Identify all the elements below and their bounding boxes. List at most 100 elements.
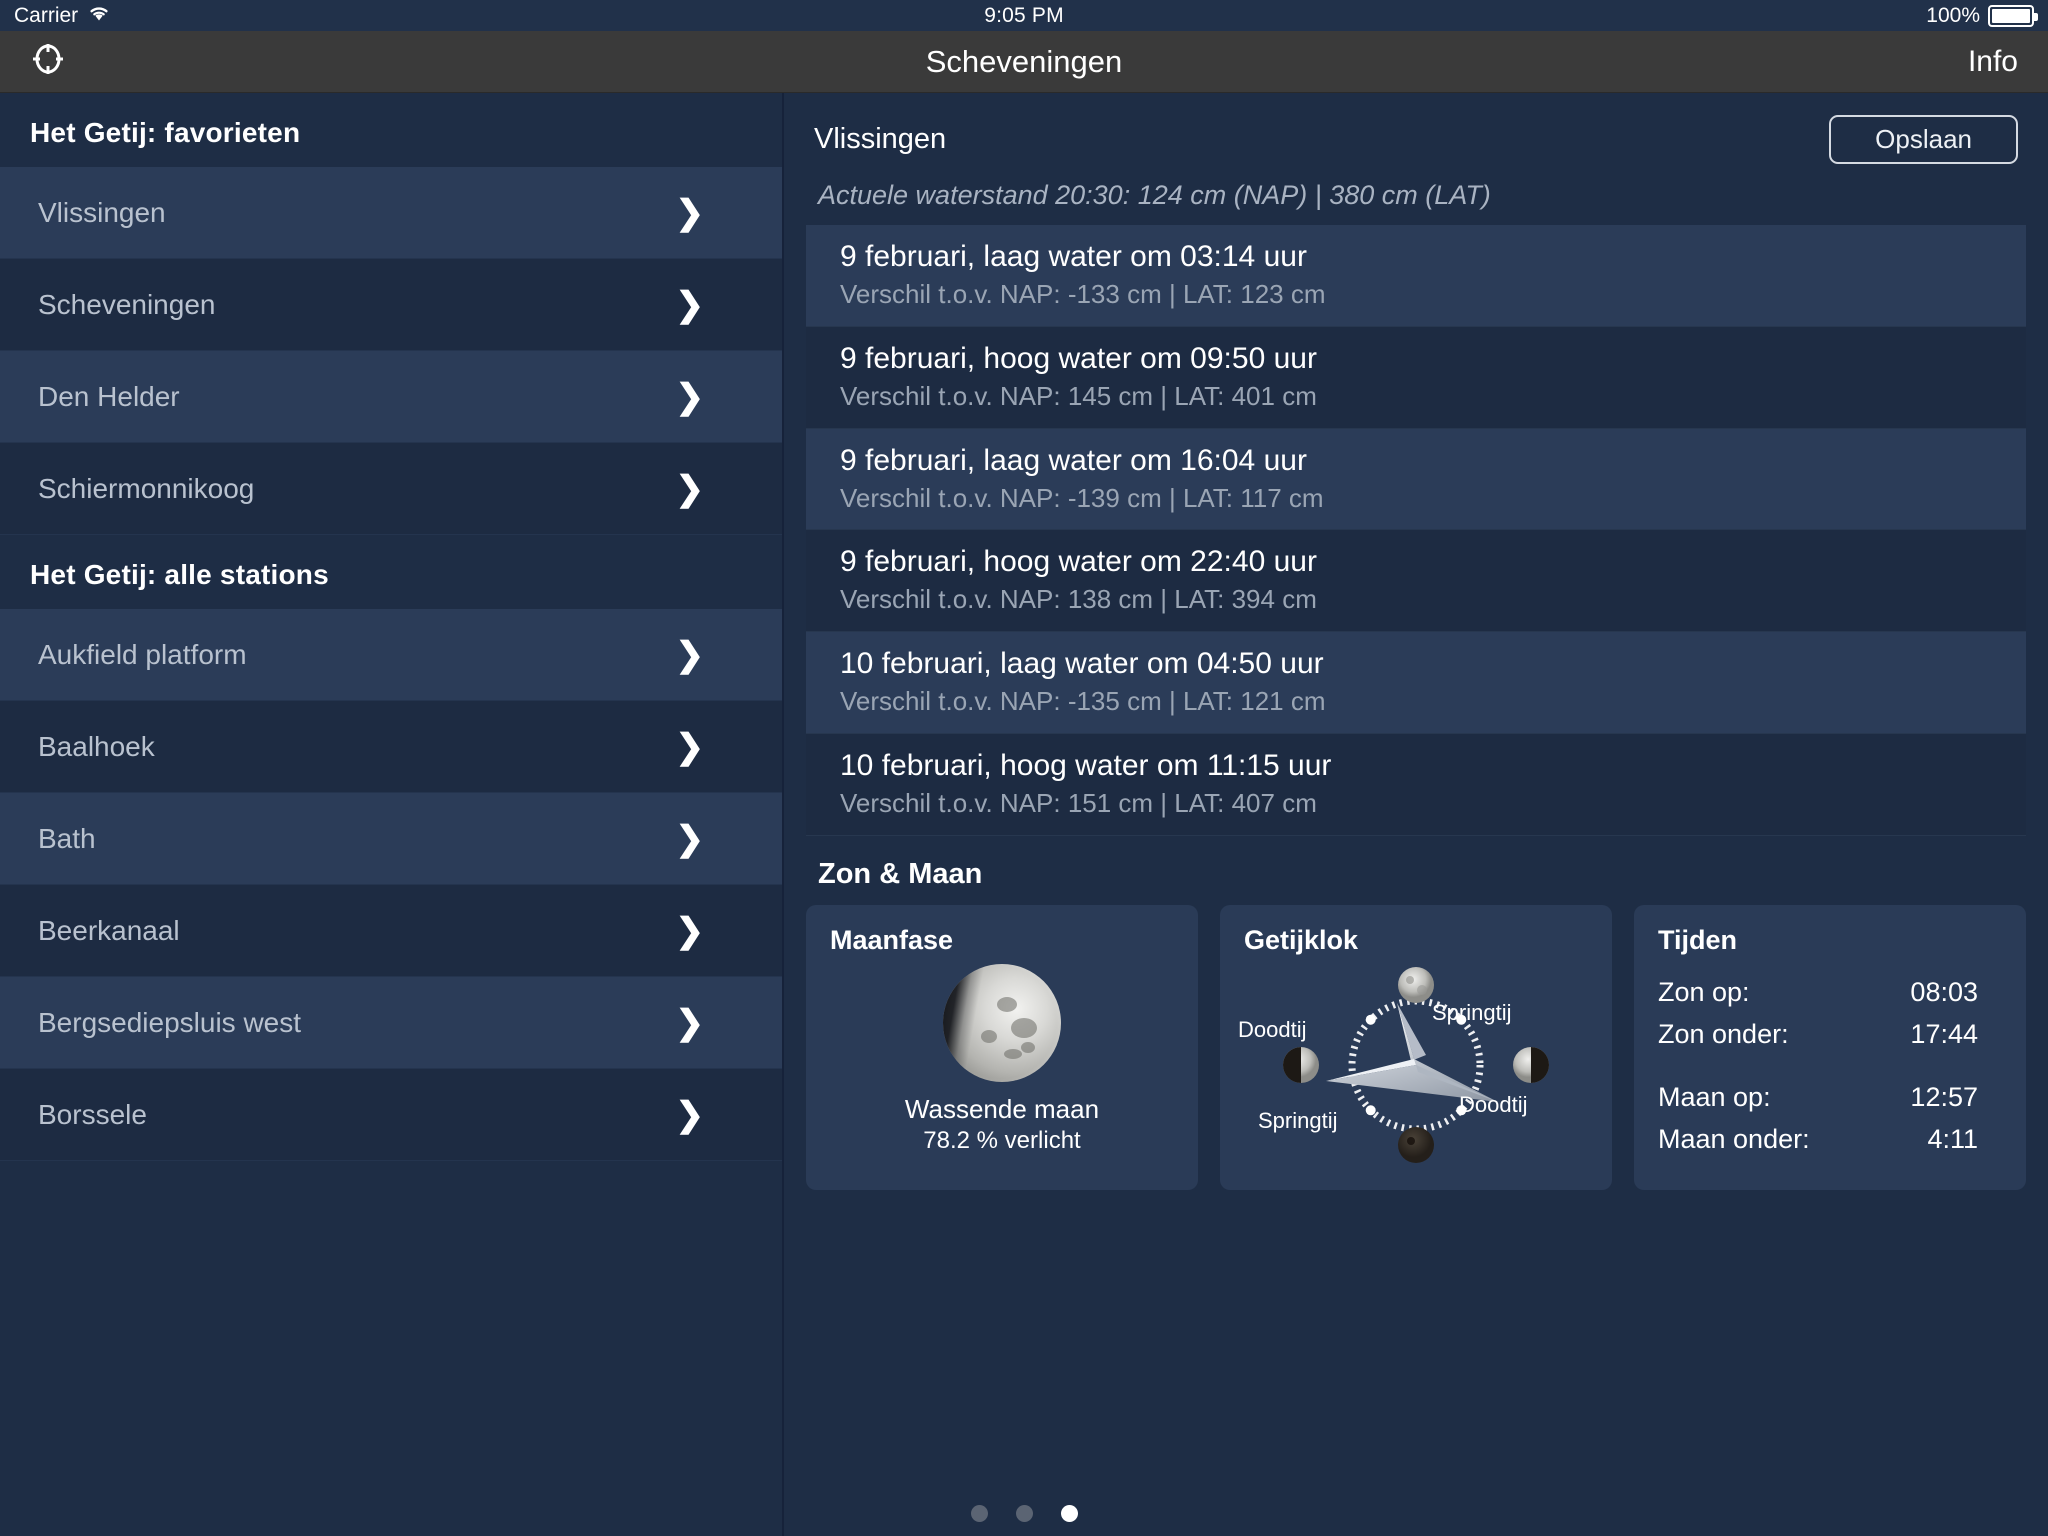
station-name: Borssele: [38, 1098, 147, 1130]
tide-row[interactable]: 9 februari, laag water om 16:04 uur Vers…: [806, 428, 2026, 531]
chevron-right-icon: ❯: [675, 469, 705, 508]
times-card-title: Tijden: [1658, 924, 1738, 955]
chevron-right-icon: ❯: [675, 635, 705, 674]
page-dot-1[interactable]: [970, 1505, 988, 1522]
sunset-value: 17:44: [1910, 1018, 1978, 1049]
tide-clock-card: Getijklok Springtij Doodtij Doodtij Spri…: [1220, 904, 1612, 1190]
moonrise-label: Maan op:: [1658, 1082, 1771, 1113]
station-name: Bergsediepsluis west: [38, 1006, 302, 1038]
station-name: Schiermonnikoog: [38, 472, 255, 504]
chevron-right-icon: ❯: [675, 1095, 705, 1134]
page-indicator[interactable]: [0, 1505, 2048, 1522]
tide-row[interactable]: 10 februari, laag water om 04:50 uur Ver…: [806, 632, 2026, 734]
detail-pane: Vlissingen Opslaan Actuele waterstand 20…: [784, 93, 2048, 1536]
status-bar-clock: 9:05 PM: [984, 3, 1064, 27]
tide-clock-label-doodtij-right: Doodtij: [1459, 1091, 1528, 1117]
tide-detail: Verschil t.o.v. NAP: -133 cm | LAT: 123 …: [840, 279, 1326, 309]
all-stations-section-header: Het Getij: alle stations: [30, 559, 329, 590]
moon-phase-card-title: Maanfase: [830, 924, 954, 955]
sidebar-item-vlissingen[interactable]: Vlissingen ❯: [0, 167, 782, 259]
page-title: Scheveningen: [925, 43, 1123, 79]
detail-station-title: Vlissingen: [814, 123, 947, 155]
moon-illustration-wrap: Wassende maan 78.2 % verlicht: [830, 963, 1174, 1155]
tide-headline: 10 februari, laag water om 04:50 uur: [840, 647, 1324, 681]
info-button[interactable]: Info: [1968, 45, 2018, 79]
station-name: Vlissingen: [38, 196, 166, 228]
tide-clock-label-doodtij-left: Doodtij: [1238, 1016, 1307, 1042]
tide-headline: 9 februari, laag water om 03:14 uur: [840, 240, 1307, 273]
station-name: Aukfield platform: [38, 638, 247, 670]
station-name: Bath: [38, 822, 96, 854]
sidebar-item-bath[interactable]: Bath ❯: [0, 793, 782, 885]
station-name: Scheveningen: [38, 288, 216, 320]
times-row-sunset: Zon onder: 17:44: [1658, 1014, 2002, 1056]
tide-row[interactable]: 9 februari, hoog water om 22:40 uur Vers…: [806, 530, 2026, 633]
nav-bar: Scheveningen Info: [0, 31, 2048, 93]
moonrise-value: 12:57: [1910, 1082, 1978, 1113]
tide-row[interactable]: 10 februari, hoog water om 11:15 uur Ver…: [806, 733, 2026, 836]
tide-detail: Verschil t.o.v. NAP: -135 cm | LAT: 121 …: [840, 686, 1326, 717]
tide-detail: Verschil t.o.v. NAP: 138 cm | LAT: 394 c…: [840, 584, 1317, 615]
times-row-gap: [1658, 1055, 2002, 1077]
sidebar-item-baalhoek[interactable]: Baalhoek ❯: [0, 701, 782, 793]
current-water-level: Actuele waterstand 20:30: 124 cm (NAP) |…: [818, 180, 1491, 210]
chevron-right-icon: ❯: [675, 377, 705, 416]
page-dot-3[interactable]: [1060, 1505, 1078, 1522]
times-row-sunrise: Zon op: 08:03: [1658, 972, 2002, 1014]
moonset-value: 4:11: [1927, 1124, 1978, 1155]
sunrise-label: Zon op:: [1658, 976, 1750, 1007]
main-content: Het Getij: favorieten Vlissingen ❯ Schev…: [0, 93, 2048, 1536]
moonset-label: Maan onder:: [1658, 1124, 1810, 1155]
station-name: Den Helder: [38, 380, 180, 412]
battery-full-icon: [1988, 4, 2038, 27]
chevron-right-icon: ❯: [675, 727, 705, 766]
moon-illumination: 78.2 % verlicht: [923, 1126, 1081, 1154]
tide-clock-card-title: Getijklok: [1244, 924, 1359, 955]
sidebar-item-den-helder[interactable]: Den Helder ❯: [0, 351, 782, 443]
times-row-moonrise: Maan op: 12:57: [1658, 1077, 2002, 1119]
sunrise-value: 08:03: [1910, 976, 1978, 1007]
tide-clock-graphic: Springtij Doodtij Doodtij Springtij: [1238, 960, 1588, 1170]
detail-header: Vlissingen Opslaan: [784, 93, 2048, 164]
tide-list: 9 februari, laag water om 03:14 uur Vers…: [806, 225, 2026, 836]
times-card: Tijden Zon op: 08:03 Zon onder: 17:44 Ma…: [1634, 904, 2026, 1190]
target-crosshair-icon[interactable]: [30, 41, 66, 82]
moon-phase-name: Wassende maan: [904, 1093, 1100, 1124]
sunset-label: Zon onder:: [1658, 1018, 1789, 1049]
sun-moon-section-header: Zon & Maan: [818, 857, 983, 890]
tide-row[interactable]: 9 februari, laag water om 03:14 uur Vers…: [806, 225, 2026, 327]
sidebar-item-borssele[interactable]: Borssele ❯: [0, 1069, 782, 1161]
tide-headline: 9 februari, laag water om 16:04 uur: [840, 443, 1307, 477]
sidebar-item-beerkanaal[interactable]: Beerkanaal ❯: [0, 885, 782, 977]
times-rows: Zon op: 08:03 Zon onder: 17:44 Maan op: …: [1658, 972, 2002, 1161]
moon-waxing-gibbous-icon: [943, 963, 1061, 1082]
chevron-right-icon: ❯: [675, 1003, 705, 1042]
tide-clock-label-springtij-top: Springtij: [1432, 999, 1512, 1025]
chevron-right-icon: ❯: [675, 911, 705, 950]
tide-clock-label-springtij-bottom: Springtij: [1258, 1107, 1338, 1133]
tide-detail: Verschil t.o.v. NAP: -139 cm | LAT: 117 …: [840, 482, 1324, 513]
sidebar-item-bergsediepsluis-west[interactable]: Bergsediepsluis west ❯: [0, 977, 782, 1069]
tide-headline: 10 februari, hoog water om 11:15 uur: [840, 748, 1332, 782]
status-bar: Carrier 9:05 PM 100%: [0, 0, 2048, 31]
favorites-section-header: Het Getij: favorieten: [30, 117, 301, 148]
sun-moon-cards: Maanfase Wassende maan 78.2 % verlicht G…: [784, 904, 2048, 1190]
chevron-right-icon: ❯: [675, 819, 705, 858]
tide-detail: Verschil t.o.v. NAP: 151 cm | LAT: 407 c…: [840, 787, 1317, 818]
stations-sidebar[interactable]: Het Getij: favorieten Vlissingen ❯ Schev…: [0, 93, 782, 1536]
chevron-right-icon: ❯: [675, 193, 705, 232]
times-row-moonset: Maan onder: 4:11: [1658, 1119, 2002, 1161]
moon-phase-card: Maanfase Wassende maan 78.2 % verlicht: [806, 904, 1198, 1190]
page-dot-2[interactable]: [1015, 1505, 1033, 1522]
chevron-right-icon: ❯: [675, 285, 705, 324]
tide-headline: 9 februari, hoog water om 22:40 uur: [840, 545, 1317, 579]
sidebar-item-aukfield-platform[interactable]: Aukfield platform ❯: [0, 609, 782, 701]
tide-headline: 9 februari, hoog water om 09:50 uur: [840, 341, 1317, 375]
sidebar-item-schiermonnikoog[interactable]: Schiermonnikoog ❯: [0, 443, 782, 535]
station-name: Beerkanaal: [38, 914, 180, 946]
station-name: Baalhoek: [38, 730, 155, 762]
save-button[interactable]: Opslaan: [1829, 115, 2018, 164]
sidebar-item-scheveningen[interactable]: Scheveningen ❯: [0, 259, 782, 351]
tide-detail: Verschil t.o.v. NAP: 145 cm | LAT: 401 c…: [840, 380, 1317, 411]
tide-row[interactable]: 9 februari, hoog water om 09:50 uur Vers…: [806, 326, 2026, 429]
